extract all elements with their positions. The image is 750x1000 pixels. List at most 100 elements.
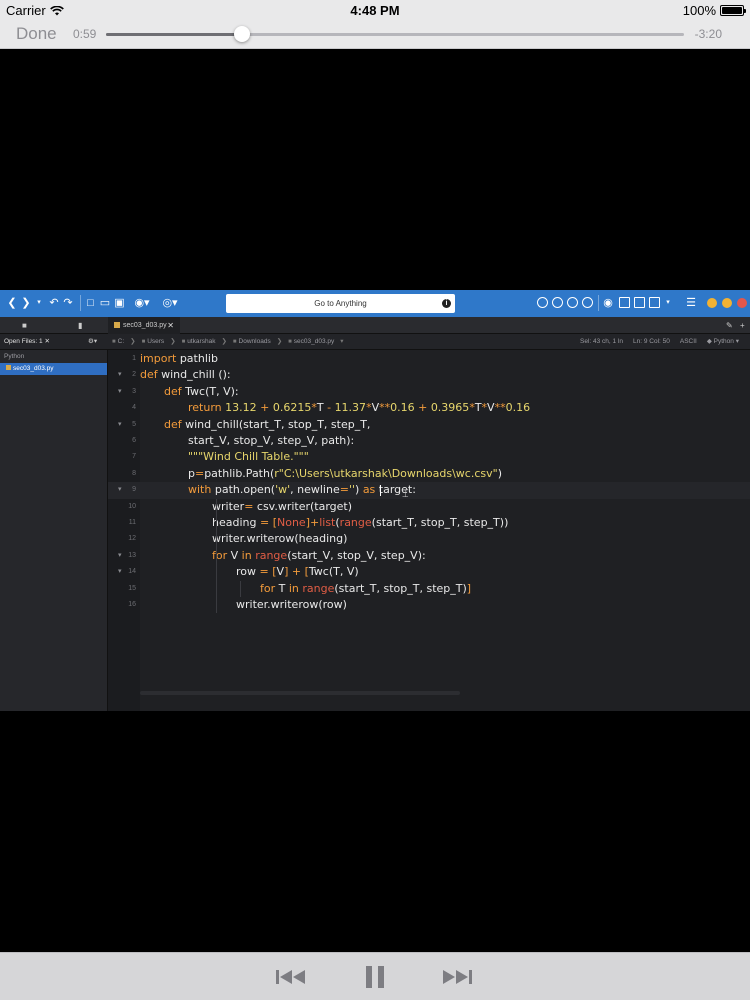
code-text: start_V, stop_V, step_V, path): xyxy=(188,434,355,447)
maximize-icon xyxy=(722,298,732,308)
code-line: 3 ▾ def Twc(T, V): xyxy=(108,384,750,400)
tab-close-icon: ✕ xyxy=(167,321,174,330)
bottom-pane-icon xyxy=(634,297,645,308)
minimize-icon xyxy=(707,298,717,308)
fold-toggle-icon: ▾ xyxy=(118,371,122,379)
skip-back-button[interactable] xyxy=(274,964,308,990)
horizontal-scrollbar xyxy=(140,691,460,695)
code-line: 14 ▾ row = [V] + [Twc(T, V) xyxy=(108,564,750,580)
line-number: 5 xyxy=(132,420,136,428)
skip-forward-button[interactable] xyxy=(440,964,474,990)
video-frame[interactable]: ❮ ❯ ▾ ↶ ↷ □ ▭ ▣ ◉▾ ◎▾ Go to Anything i ◉… xyxy=(0,290,750,711)
breadcrumb-item: Users xyxy=(142,334,164,350)
code-text: p=pathlib.Path(r"C:\Users\utkarshak\Down… xyxy=(188,466,502,480)
line-number: 16 xyxy=(128,601,136,608)
stop-icon xyxy=(552,297,563,308)
line-number: 13 xyxy=(128,551,136,559)
line-number: 9 xyxy=(132,486,136,494)
macro-icon xyxy=(582,297,593,308)
indent-guide xyxy=(216,498,217,614)
code-text: def wind_chill(start_T, stop_T, step_T, xyxy=(164,417,371,431)
code-line: 2 ▾ def wind_chill (): xyxy=(108,367,750,383)
sidebar-item-file: sec03_d03.py xyxy=(0,363,107,375)
ide-toolbar: ❮ ❯ ▾ ↶ ↷ □ ▭ ▣ ◉▾ ◎▾ Go to Anything i ◉… xyxy=(0,290,750,317)
scrubber-knob[interactable] xyxy=(233,26,250,42)
code-line: 15 for T in range(start_T, stop_T, step_T… xyxy=(108,581,750,597)
line-number: 2 xyxy=(132,371,136,379)
play-macro-icon xyxy=(567,297,578,308)
editor-status: Sel: 43 ch, 1 ln Ln: 9 Col: 50 ASCII ◆ P… xyxy=(580,334,739,350)
fold-toggle-icon: ▾ xyxy=(118,551,122,559)
breadcrumb-item: utkarshak xyxy=(182,334,215,350)
file-icon: ▮ xyxy=(78,321,83,330)
info-icon: i xyxy=(442,299,451,308)
code-line: 5 ▾ def wind_chill(start_T, stop_T, step_T… xyxy=(108,417,750,433)
code-editor: 1 import pathlib 2 ▾ def wind_chill (): 3 ▾ def… xyxy=(108,350,750,711)
editor-tab: sec03_d03.py ✕ xyxy=(108,317,180,334)
code-line: 12 writer.writerow(heading) xyxy=(108,531,750,547)
code-line: 1 import pathlib xyxy=(108,351,750,367)
line-number: 11 xyxy=(128,519,136,526)
goto-anything-input[interactable]: Go to Anything i xyxy=(226,294,455,313)
open-folder-icon: ▭ xyxy=(99,297,111,309)
record-icon xyxy=(537,297,548,308)
redo-icon: ↷ xyxy=(63,297,73,309)
gear-icon: ⚙▾ xyxy=(88,338,98,345)
mouse-ibeam-icon: ⌶ xyxy=(402,488,409,501)
code-line: 16 writer.writerow(row) xyxy=(108,597,750,613)
ios-status-bar: Carrier 4:48 PM 100% xyxy=(0,0,750,20)
code-text: import pathlib xyxy=(140,352,218,365)
remaining-time: -3:20 xyxy=(694,27,722,41)
fold-toggle-icon: ▾ xyxy=(118,420,122,428)
code-line: 13 ▾ for V in range(start_V, stop_V, step_… xyxy=(108,548,750,564)
debug-icon: ◉▾ xyxy=(134,297,150,309)
back-arrow-icon: ❮ xyxy=(7,297,17,309)
pause-button[interactable] xyxy=(364,964,386,990)
save-icon: ▣ xyxy=(114,297,125,309)
language-label: ◆ Python ▾ xyxy=(706,338,739,345)
globe-icon: ◎▾ xyxy=(162,297,178,309)
eye-icon: ◉ xyxy=(603,297,613,309)
right-pane-icon xyxy=(649,297,660,308)
text-cursor xyxy=(380,485,381,497)
breadcrumb: C:❯ Users❯ utkarshak❯ Downloads❯ sec03_d… xyxy=(112,334,344,350)
pause-icon xyxy=(366,966,384,988)
breadcrumb-item: sec03_d03.py xyxy=(288,334,334,350)
sidebar-group-label: Python xyxy=(4,353,25,360)
sidebar-item-label: sec03_d03.py xyxy=(13,365,54,372)
open-files-sidebar: Python sec03_d03.py xyxy=(0,350,108,711)
line-number: 10 xyxy=(128,502,136,510)
editor-tab-label: sec03_d03.py xyxy=(123,322,167,329)
done-button[interactable]: Done xyxy=(16,24,57,44)
layout-dropdown-icon: ▾ xyxy=(666,299,670,306)
encoding-label: ASCII xyxy=(679,338,697,345)
code-text: for T in range(start_T, stop_T, step_T)] xyxy=(260,581,472,595)
line-number: 12 xyxy=(128,535,136,543)
folder-icon: ■ xyxy=(22,321,27,330)
elapsed-time: 0:59 xyxy=(73,27,97,41)
code-text: heading = [None]+list(range(start_T, sto… xyxy=(212,516,509,529)
line-number: 4 xyxy=(132,404,136,412)
fold-toggle-icon: ▾ xyxy=(118,387,122,395)
battery-percentage: 100% xyxy=(682,3,716,18)
fold-toggle-icon: ▾ xyxy=(118,568,122,576)
code-text: row = [V] + [Twc(T, V) xyxy=(236,565,359,579)
code-text: with path.open('w', newline='') as targe… xyxy=(188,483,416,497)
breadcrumb-item: Downloads xyxy=(233,334,271,350)
line-number: 3 xyxy=(132,387,136,395)
fold-toggle-icon: ▾ xyxy=(118,486,122,494)
code-line: 11 heading = [None]+list(range(start_T, s… xyxy=(108,515,750,531)
playback-scrubber[interactable] xyxy=(106,26,684,42)
rewind-icon xyxy=(276,970,305,984)
breadcrumb-item: C: xyxy=(112,334,125,350)
code-text: for V in range(start_V, stop_V, step_V): xyxy=(212,548,426,562)
add-tab-icon: + xyxy=(740,321,745,330)
new-file-icon: □ xyxy=(87,297,94,309)
forward-arrow-icon: ❯ xyxy=(21,297,31,309)
editor-tab-bar: ■ ▮ sec03_d03.py ✕ ✎ + xyxy=(0,317,750,334)
battery-icon xyxy=(720,5,746,16)
wrench-icon: ✎ xyxy=(726,321,733,330)
code-line: 9 ▾ with path.open('w', newline='') as tar… xyxy=(108,482,750,499)
breadcrumb-bar: Open Files: 1 ✕ ⚙▾ C:❯ Users❯ utkarshak❯… xyxy=(0,334,750,350)
code-text: writer.writerow(row) xyxy=(236,598,347,611)
